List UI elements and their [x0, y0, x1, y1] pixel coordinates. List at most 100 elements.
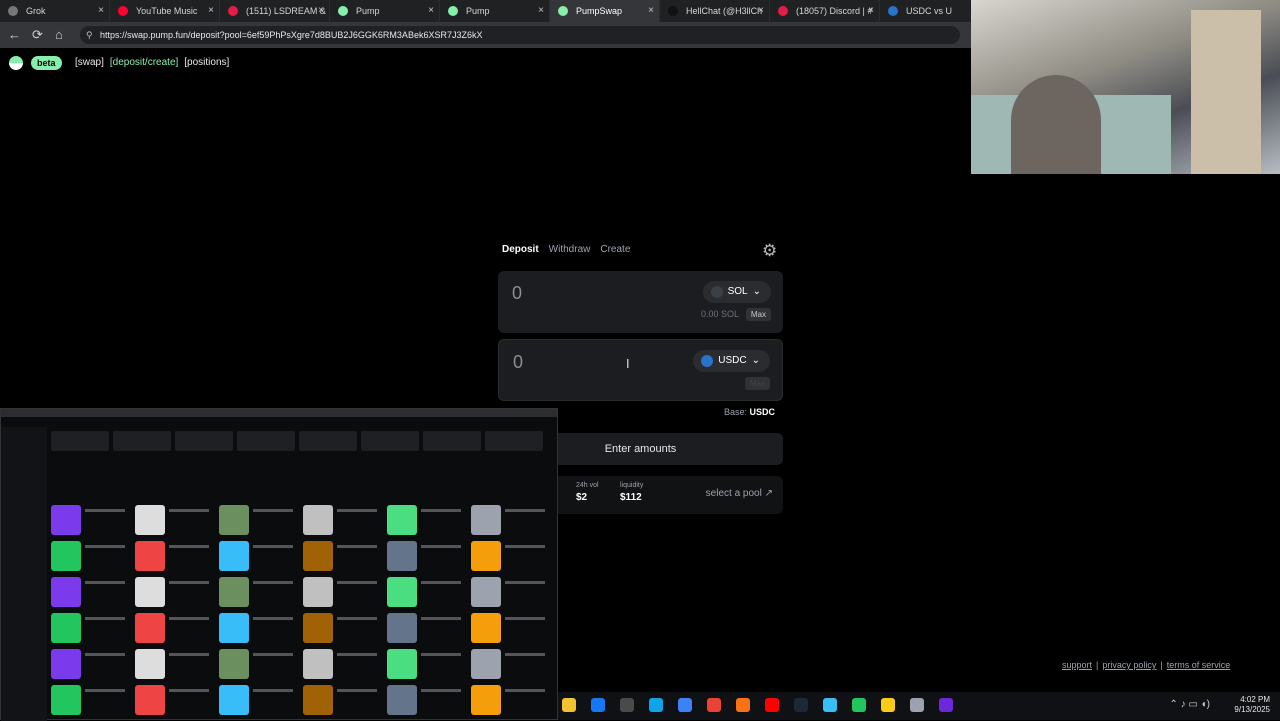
thumbnail-token-image	[303, 577, 333, 607]
favicon-icon	[228, 6, 238, 16]
taskbar-app-icon[interactable]	[591, 698, 605, 712]
thumbnail-token-image	[471, 541, 501, 571]
thumbnail-token-card	[135, 577, 215, 607]
pump-logo-icon[interactable]	[6, 53, 26, 73]
usdc-token-select[interactable]: USDC ⌄	[693, 350, 770, 372]
thumbnail-token-image	[135, 505, 165, 535]
thumbnail-token-image	[135, 577, 165, 607]
sol-balance: 0.00 SOL	[700, 309, 739, 319]
thumbnail-token-card	[219, 541, 299, 571]
taskbar-app-icon[interactable]	[852, 698, 866, 712]
chevron-down-icon: ⌄	[752, 286, 761, 297]
close-icon[interactable]: ×	[648, 0, 654, 22]
browser-tab[interactable]: (1511) LSDREAM & ×	[220, 0, 330, 22]
close-icon[interactable]: ×	[208, 0, 214, 22]
thumbnail-token-card	[387, 577, 467, 607]
close-icon[interactable]: ×	[98, 0, 104, 22]
tab-deposit[interactable]: Deposit	[502, 244, 539, 255]
tab-create[interactable]: Create	[600, 244, 630, 255]
usdc-max-button[interactable]: Max	[744, 377, 770, 390]
thumbnail-token-card	[51, 541, 131, 571]
back-icon[interactable]: ←	[8, 27, 21, 43]
thumbnail-token-card	[135, 649, 215, 679]
close-icon[interactable]: ×	[428, 0, 434, 22]
tab-withdraw[interactable]: Withdraw	[549, 244, 591, 255]
thumbnail-token-text	[505, 581, 545, 584]
taskbar-clock[interactable]: 4:02 PM 9/13/2025	[1234, 695, 1270, 715]
arrow-up-right-icon: ↗	[764, 488, 773, 499]
thumbnail-token-image	[51, 649, 81, 679]
taskbar-app-icon[interactable]	[939, 698, 953, 712]
thumbnail-token-card	[135, 613, 215, 643]
thumbnail-token-image	[387, 649, 417, 679]
thumbnail-token-image	[387, 613, 417, 643]
thumbnail-token-text	[169, 617, 209, 620]
footer-sep: |	[1160, 660, 1163, 670]
reload-icon[interactable]: ⟳	[32, 27, 43, 43]
thumbnail-token-card	[51, 685, 131, 715]
taskbar-app-icon[interactable]	[881, 698, 895, 712]
taskbar-app-icon[interactable]	[765, 698, 779, 712]
thumbnail-token-card	[51, 577, 131, 607]
favicon-icon	[668, 6, 678, 16]
taskbar-app-icon[interactable]	[707, 698, 721, 712]
browser-tab[interactable]: (18057) Discord | # ×	[770, 0, 880, 22]
thumbnail-token-image	[219, 613, 249, 643]
taskbar-app-icon[interactable]	[823, 698, 837, 712]
site-info-icon[interactable]: ⚲	[86, 26, 93, 44]
thumbnail-token-card	[471, 613, 551, 643]
browser-tab[interactable]: PumpSwap ×	[550, 0, 660, 22]
taskbar-app-icon[interactable]	[620, 698, 634, 712]
browser-tab[interactable]: HellChat (@H3llCh ×	[660, 0, 770, 22]
thumbnail-token-card	[51, 649, 131, 679]
nav-deposit-create[interactable]: [deposit/create]	[110, 57, 178, 68]
browser-tab[interactable]: Grok ×	[0, 0, 110, 22]
privacy-link[interactable]: privacy policy	[1102, 660, 1156, 670]
home-icon[interactable]: ⌂	[55, 27, 63, 43]
nav-positions[interactable]: [positions]	[184, 57, 229, 68]
browser-tab[interactable]: Pump ×	[440, 0, 550, 22]
thumbnail-token-text	[85, 617, 125, 620]
support-link[interactable]: support	[1062, 660, 1092, 670]
taskbar-app-icon[interactable]	[910, 698, 924, 712]
taskbar-app-icon[interactable]	[736, 698, 750, 712]
close-icon[interactable]: ×	[868, 0, 874, 22]
liquidity-label: liquidity	[620, 482, 644, 489]
thumbnail-token-card	[387, 613, 467, 643]
close-icon[interactable]: ×	[758, 0, 764, 22]
thumbnail-trending-card	[423, 431, 481, 451]
taskbar-app-icon[interactable]	[678, 698, 692, 712]
thumbnail-tab-bar	[1, 409, 557, 417]
thumbnail-token-text	[337, 581, 377, 584]
browser-tab-label: Grok	[26, 6, 46, 16]
thumbnail-token-text	[505, 689, 545, 692]
browser-tab[interactable]: YouTube Music ×	[110, 0, 220, 22]
select-pool-link[interactable]: select a pool ↗	[706, 488, 773, 499]
thumbnail-token-text	[337, 617, 377, 620]
terms-link[interactable]: terms of service	[1167, 660, 1231, 670]
taskbar-app-icon[interactable]	[562, 698, 576, 712]
sol-max-button[interactable]: Max	[745, 308, 771, 321]
sol-amount-input[interactable]: 0	[512, 283, 522, 304]
thumbnail-token-text	[421, 653, 461, 656]
close-icon[interactable]: ×	[538, 0, 544, 22]
close-icon[interactable]: ×	[318, 0, 324, 22]
favicon-icon	[8, 6, 18, 16]
sol-token-select[interactable]: SOL ⌄	[702, 281, 771, 303]
thumbnail-token-card	[471, 685, 551, 715]
thumbnail-token-image	[219, 685, 249, 715]
taskbar-app-icon[interactable]	[794, 698, 808, 712]
url-input[interactable]: ⚲ https://swap.pump.fun/deposit?pool=6ef…	[80, 26, 960, 44]
sol-token-label: SOL	[727, 286, 748, 297]
thumbnail-token-text	[253, 545, 293, 548]
thumbnail-token-card	[303, 505, 383, 535]
thumbnail-token-image	[387, 577, 417, 607]
nav-swap[interactable]: [swap]	[75, 57, 104, 68]
thumbnail-token-card	[219, 685, 299, 715]
taskbar-app-icon[interactable]	[649, 698, 663, 712]
thumbnail-trending-card	[485, 431, 543, 451]
browser-tab[interactable]: Pump ×	[330, 0, 440, 22]
gear-icon[interactable]: ⚙	[762, 241, 777, 261]
thumbnail-token-text	[421, 509, 461, 512]
usdc-amount-input[interactable]: 0	[513, 352, 523, 373]
